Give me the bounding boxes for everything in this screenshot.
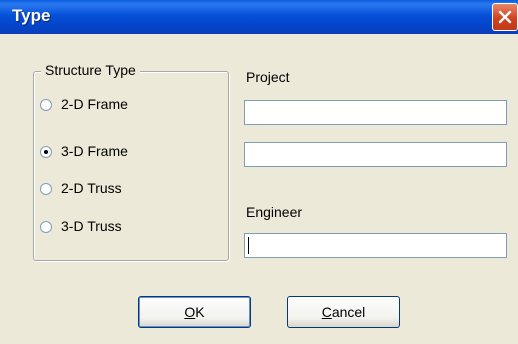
- radio-3d-frame[interactable]: 3-D Frame: [40, 143, 160, 163]
- radio-3d-truss[interactable]: 3-D Truss: [40, 218, 160, 238]
- type-dialog: Type Structure Type 2-D Frame 3-D Frame …: [0, 0, 518, 344]
- radio-circle[interactable]: [40, 146, 52, 158]
- radio-2d-frame[interactable]: 2-D Frame: [40, 96, 160, 116]
- radio-label: 3-D Truss: [61, 218, 122, 234]
- cancel-button[interactable]: Cancel: [287, 296, 400, 328]
- window-title: Type: [12, 6, 51, 25]
- engineer-input[interactable]: [244, 233, 507, 258]
- text-caret: [248, 237, 249, 254]
- title-bar[interactable]: Type: [0, 0, 518, 34]
- ok-mnemonic: O: [184, 304, 196, 320]
- radio-circle[interactable]: [40, 99, 52, 111]
- cancel-label-rest: ancel: [331, 304, 366, 320]
- structure-type-label: Structure Type: [41, 62, 140, 78]
- radio-label: 3-D Frame: [61, 143, 128, 159]
- engineer-label: Engineer: [246, 204, 303, 220]
- radio-label: 2-D Truss: [61, 180, 122, 196]
- radio-circle[interactable]: [40, 221, 52, 233]
- ok-button[interactable]: OK: [138, 296, 251, 328]
- project-label: Project: [246, 69, 290, 85]
- radio-label: 2-D Frame: [61, 96, 128, 112]
- close-icon: [498, 10, 512, 24]
- ok-label-rest: K: [195, 304, 205, 320]
- project-line2-input[interactable]: [244, 142, 507, 167]
- radio-2d-truss[interactable]: 2-D Truss: [40, 180, 160, 200]
- radio-circle[interactable]: [40, 183, 52, 195]
- close-button[interactable]: [492, 3, 518, 31]
- project-line1-input[interactable]: [244, 100, 507, 125]
- cancel-mnemonic: C: [321, 304, 332, 320]
